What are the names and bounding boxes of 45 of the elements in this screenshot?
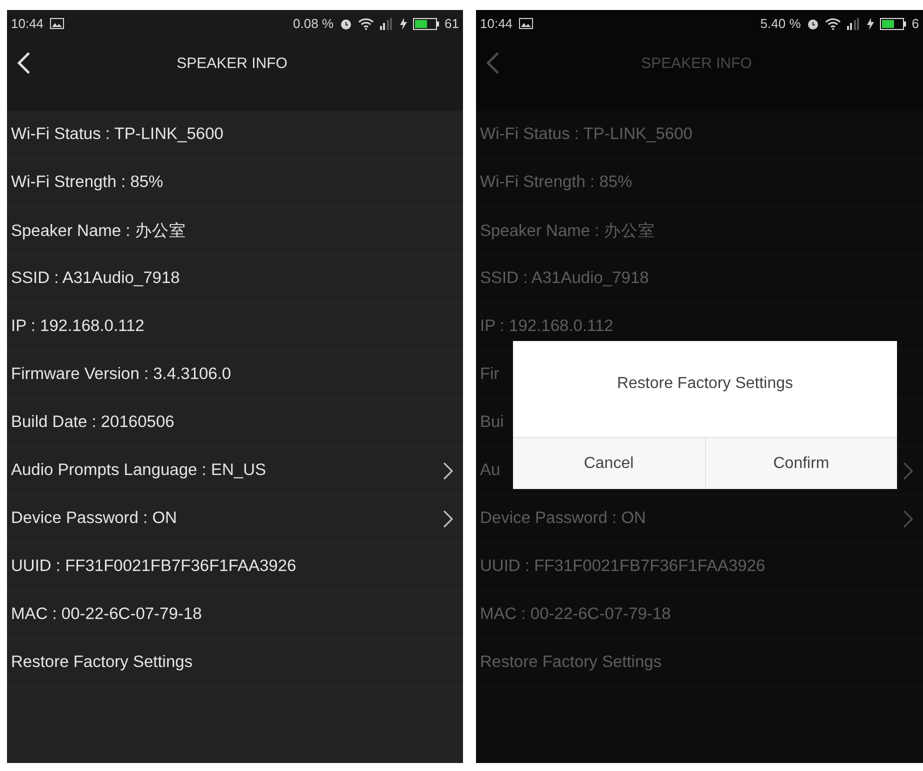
info-row: Wi-Fi Strength : 85% [480, 173, 632, 192]
info-row-text: Speaker Name : 办公室 [11, 220, 186, 242]
info-row: Bui [480, 413, 504, 432]
info-row: MAC : 00-22-6C-07-79-18 [480, 605, 671, 624]
clock-time: 10:44 [480, 16, 513, 31]
screen-title: SPEAKER INFO [640, 54, 753, 72]
info-row: Build Date : 20160506 [11, 413, 174, 432]
chevron-right-icon[interactable] [443, 510, 453, 528]
info-row[interactable]: Audio Prompts Language : EN_US [11, 461, 266, 480]
battery-percent: 6 [912, 16, 919, 31]
alarm-clock-icon [806, 18, 819, 30]
info-row: Firmware Version : 3.4.3106.0 [11, 365, 232, 384]
info-row: Wi-Fi Status : TP-LINK_5600 [480, 125, 692, 144]
wifi-icon [358, 18, 374, 30]
charging-icon [866, 18, 874, 30]
info-row: MAC : 00-22-6C-07-79-18 [11, 605, 202, 624]
info-row: IP : 192.168.0.112 [11, 317, 144, 336]
battery-icon [412, 18, 439, 30]
info-row: Wi-Fi Strength : 85% [11, 173, 164, 192]
info-row: UUID : FF31F0021FB7F36F1FAA3926 [480, 557, 766, 576]
signal-icon [846, 18, 861, 30]
data-rate: 0.08 % [293, 16, 334, 31]
info-row: UUID : FF31F0021FB7F36F1FAA3926 [11, 557, 296, 576]
battery-icon [880, 18, 906, 30]
wifi-icon [824, 18, 841, 30]
info-row[interactable]: Device Password : ON [11, 509, 177, 528]
info-row: Restore Factory Settings [11, 653, 193, 672]
data-rate: 5.40 % [760, 16, 801, 31]
alarm-clock-icon [340, 18, 352, 30]
signal-icon [380, 18, 394, 30]
dialog-title: Restore Factory Settings [616, 375, 794, 393]
image-icon [518, 18, 533, 29]
info-row: Fir [480, 365, 500, 384]
image-icon [50, 18, 64, 29]
info-row: SSID : A31Audio_7918 [480, 269, 649, 288]
info-row-text: Speaker Name : 办公室 [480, 220, 655, 242]
info-row: Wi-Fi Status : TP-LINK_5600 [11, 125, 224, 144]
chevron-right-icon[interactable] [443, 462, 453, 480]
charging-icon [400, 18, 407, 30]
info-row: Restore Factory Settings [480, 653, 662, 672]
battery-percent: 61 [444, 16, 459, 31]
info-row: IP : 192.168.0.112 [480, 317, 614, 336]
info-row: SSID : A31Audio_7918 [11, 269, 180, 288]
clock-time: 10:44 [11, 16, 44, 31]
screen-title: SPEAKER INFO [176, 54, 288, 72]
